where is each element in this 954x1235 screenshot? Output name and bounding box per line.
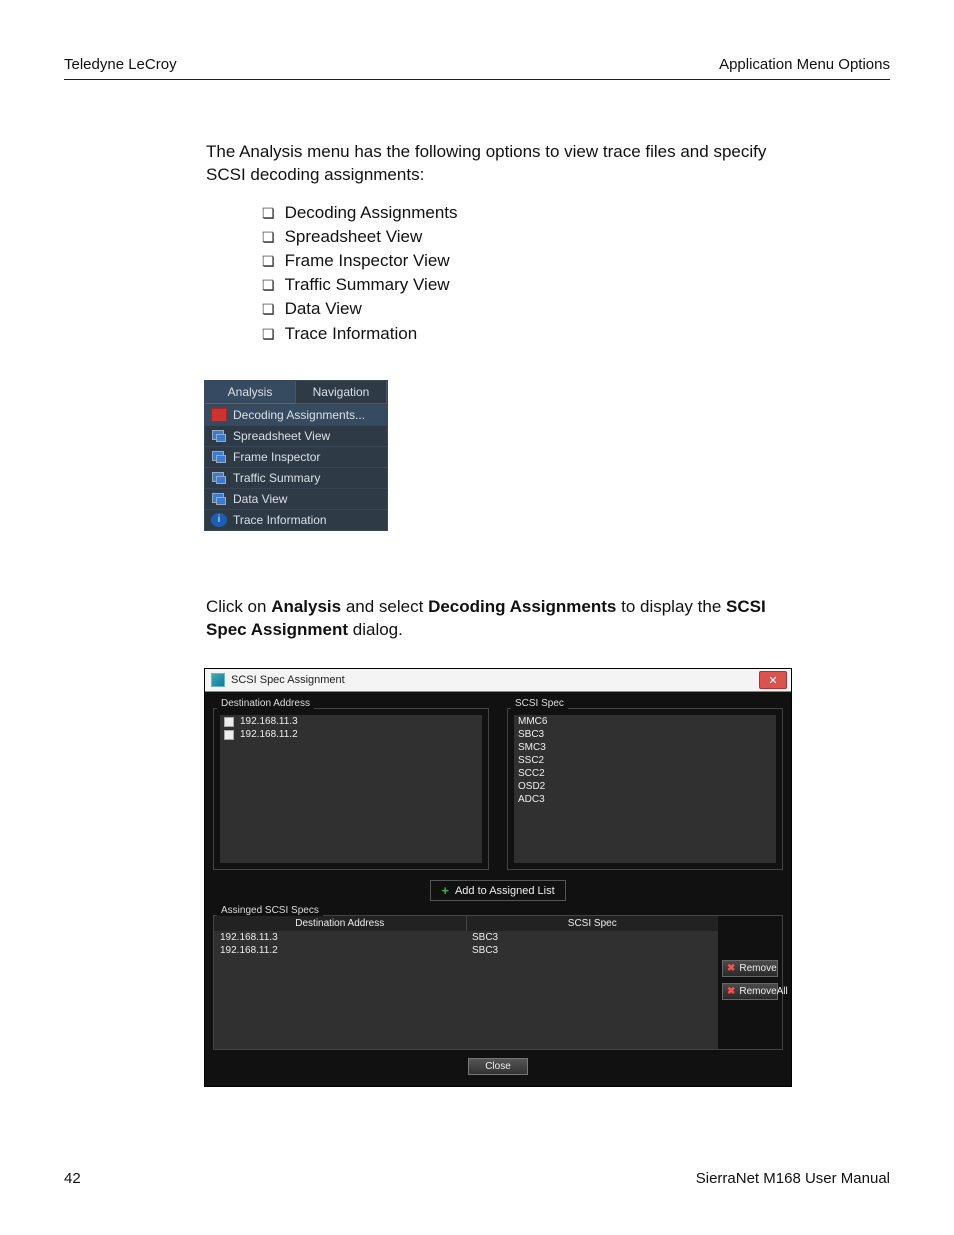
- scsi-spec-list[interactable]: MMC6 SBC3 SMC3 SSC2 SCC2 OSD2 ADC3: [514, 715, 776, 863]
- instruction-text: Click on Analysis and select Decoding As…: [206, 595, 784, 643]
- close-button[interactable]: Close: [468, 1058, 528, 1075]
- menu-item-label: Spreadsheet View: [233, 429, 330, 443]
- tab-analysis[interactable]: Analysis: [205, 381, 296, 404]
- menu-item-decoding[interactable]: Decoding Assignments...: [205, 404, 387, 425]
- list-item[interactable]: ADC3: [514, 793, 776, 806]
- menu-item-label: Traffic Summary: [233, 471, 320, 485]
- list-item: Trace Information: [262, 322, 784, 346]
- app-icon: [211, 673, 225, 687]
- list-item: Spreadsheet View: [262, 225, 784, 249]
- menu-item-spreadsheet[interactable]: Spreadsheet View: [205, 425, 387, 446]
- dialog-title: SCSI Spec Assignment: [231, 674, 345, 686]
- list-item: Traffic Summary View: [262, 273, 784, 297]
- tab-navigation[interactable]: Navigation: [296, 381, 387, 404]
- add-to-assigned-list-button[interactable]: + Add to Assigned List: [430, 880, 565, 901]
- scsi-spec-assignment-dialog: SCSI Spec Assignment ✕ Destination Addre…: [204, 668, 792, 1087]
- table-row[interactable]: 192.168.11.2SBC3: [214, 944, 718, 957]
- assigned-table: Destination Address SCSI Spec 192.168.11…: [214, 916, 718, 1049]
- header-right: Application Menu Options: [719, 56, 890, 73]
- list-item[interactable]: MMC6: [514, 715, 776, 728]
- traffic-summary-icon: [211, 471, 227, 485]
- options-list: Decoding Assignments Spreadsheet View Fr…: [206, 201, 784, 346]
- list-item[interactable]: SSC2: [514, 754, 776, 767]
- checkbox-icon[interactable]: [224, 717, 234, 727]
- group-scsi-spec: SCSI Spec: [511, 698, 568, 709]
- plus-icon: +: [441, 883, 449, 898]
- col-scsi-spec: SCSI Spec: [467, 916, 719, 931]
- list-item[interactable]: SCC2: [514, 767, 776, 780]
- menu-item-label: Data View: [233, 492, 287, 506]
- checkbox-icon[interactable]: [224, 730, 234, 740]
- list-item: Data View: [262, 297, 784, 321]
- menu-item-traffic-summary[interactable]: Traffic Summary: [205, 467, 387, 488]
- spreadsheet-icon: [211, 429, 227, 443]
- group-assigned-scsi-specs: Assinged SCSI Specs: [217, 905, 323, 916]
- group-destination-address: Destination Address: [217, 698, 314, 709]
- menu-item-label: Trace Information: [233, 513, 327, 527]
- list-item: Frame Inspector View: [262, 249, 784, 273]
- menu-item-label: Frame Inspector: [233, 450, 320, 464]
- list-item[interactable]: 192.168.11.2: [220, 728, 482, 741]
- list-item[interactable]: SBC3: [514, 728, 776, 741]
- decoding-icon: [211, 408, 227, 422]
- destination-address-list[interactable]: 192.168.11.3 192.168.11.2: [220, 715, 482, 863]
- col-destination-address: Destination Address: [214, 916, 467, 931]
- menu-item-trace-info[interactable]: i Trace Information: [205, 509, 387, 530]
- remove-button[interactable]: ✖Remove: [722, 960, 778, 977]
- frame-inspector-icon: [211, 450, 227, 464]
- remove-icon: ✖: [727, 963, 735, 974]
- remove-all-button[interactable]: ✖RemoveAll: [722, 983, 778, 1000]
- menu-item-label: Decoding Assignments...: [233, 408, 365, 422]
- close-icon[interactable]: ✕: [759, 671, 787, 689]
- analysis-menu: Analysis Navigation Decoding Assignments…: [204, 380, 388, 531]
- intro-text: The Analysis menu has the following opti…: [206, 140, 784, 187]
- list-item: Decoding Assignments: [262, 201, 784, 225]
- info-icon: i: [211, 513, 227, 527]
- table-row[interactable]: 192.168.11.3SBC3: [214, 931, 718, 944]
- header-left: Teledyne LeCroy: [64, 56, 177, 73]
- list-item[interactable]: OSD2: [514, 780, 776, 793]
- menu-item-frame-inspector[interactable]: Frame Inspector: [205, 446, 387, 467]
- footer-doc-title: SierraNet M168 User Manual: [696, 1170, 890, 1187]
- list-item[interactable]: SMC3: [514, 741, 776, 754]
- remove-icon: ✖: [727, 986, 735, 997]
- page-number: 42: [64, 1170, 81, 1187]
- menu-item-data-view[interactable]: Data View: [205, 488, 387, 509]
- data-view-icon: [211, 492, 227, 506]
- list-item[interactable]: 192.168.11.3: [220, 715, 482, 728]
